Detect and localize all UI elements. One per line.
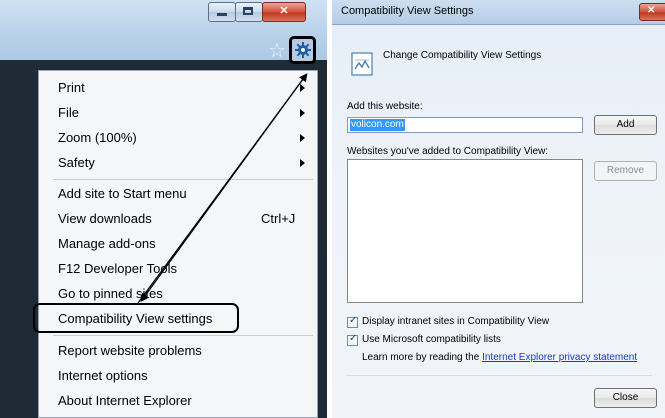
compatibility-view-dialog: Compatibility View Settings ✕ Change Com… <box>332 0 665 418</box>
close-dialog-button[interactable]: Close <box>594 388 657 408</box>
remove-button[interactable]: Remove <box>594 161 657 181</box>
checkmark-icon: ✓ <box>349 315 358 326</box>
websites-list-label: Websites you've added to Compatibility V… <box>347 146 549 157</box>
annotation-arrows <box>137 73 308 304</box>
dialog-titlebar: Compatibility View Settings ✕ <box>332 0 665 25</box>
add-button[interactable]: Add <box>594 115 657 135</box>
compatibility-view-icon <box>351 52 373 76</box>
intranet-checkbox-label: Display intranet sites in Compatibility … <box>362 316 550 327</box>
dialog-heading: Change Compatibility View Settings <box>383 50 542 61</box>
add-website-value: volicon.com <box>350 119 405 131</box>
microsoft-lists-checkbox[interactable]: ✓ <box>347 333 358 346</box>
ie-window: ✕ ☆ Print File Zoom (100%) Safety Add si… <box>0 0 327 418</box>
add-website-label: Add this website: <box>347 101 423 112</box>
checkmark-icon: ✓ <box>349 333 358 344</box>
learn-more-text: Learn more by reading the Internet Explo… <box>362 352 637 363</box>
add-website-input[interactable]: volicon.com <box>347 117 583 133</box>
websites-list[interactable] <box>347 159 583 303</box>
privacy-statement-link[interactable]: Internet Explorer privacy statement <box>482 352 637 363</box>
dialog-close-button[interactable]: ✕ <box>639 3 665 21</box>
dialog-separator <box>347 375 652 376</box>
microsoft-lists-checkbox-label: Use Microsoft compatibility lists <box>362 334 501 345</box>
learn-more-prefix: Learn more by reading the <box>362 352 483 363</box>
arrow-to-menu-item <box>140 74 307 302</box>
intranet-checkbox[interactable]: ✓ <box>347 315 358 328</box>
close-icon: ✕ <box>647 5 656 16</box>
dialog-title: Compatibility View Settings <box>341 5 474 17</box>
